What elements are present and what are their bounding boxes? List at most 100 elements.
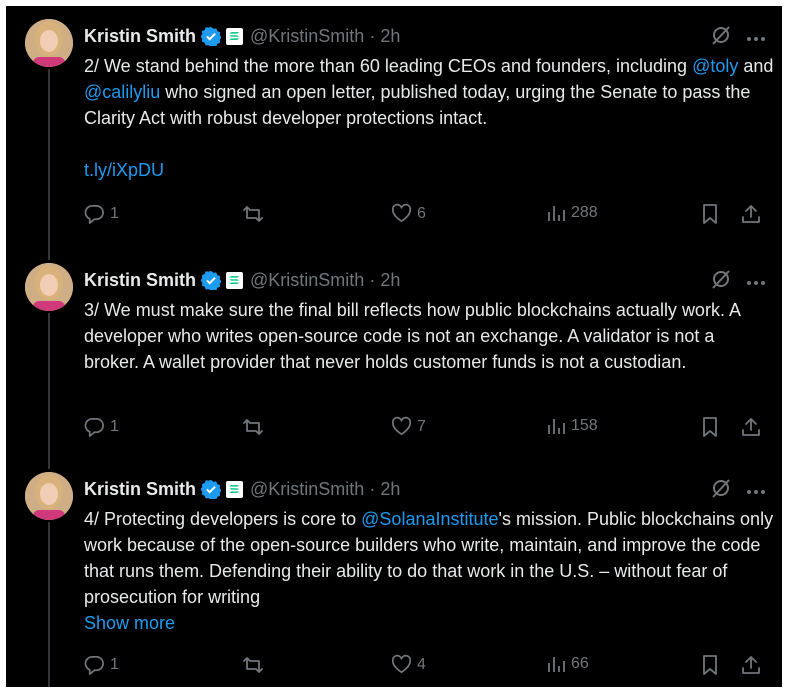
like-count: 4	[417, 655, 426, 673]
tweet-3[interactable]: Kristin Smith @KristinSmith · 2h 4/ Prot…	[6, 459, 782, 687]
bookmark-button[interactable]	[701, 203, 719, 225]
share-button[interactable]	[740, 416, 762, 438]
repost-button[interactable]	[242, 416, 269, 438]
reply-button[interactable]: 1	[84, 654, 119, 675]
tweet-top-actions	[710, 268, 766, 295]
avatar[interactable]	[25, 472, 73, 520]
reply-button[interactable]: 1	[84, 203, 119, 224]
mention-toly[interactable]: @toly	[692, 56, 738, 76]
more-icon[interactable]	[746, 273, 766, 291]
thread-line	[48, 313, 50, 459]
action-bar: 1 7 158	[84, 416, 774, 442]
tweet-top-actions	[710, 24, 766, 51]
thread-line	[48, 250, 50, 260]
share-button[interactable]	[740, 203, 762, 225]
avatar[interactable]	[25, 263, 73, 311]
share-button[interactable]	[740, 654, 762, 676]
thread-line	[48, 459, 50, 469]
author-handle[interactable]: @KristinSmith	[250, 270, 364, 291]
tweet-header: Kristin Smith @KristinSmith · 2h	[84, 267, 400, 293]
views-icon	[548, 206, 565, 221]
tweet-2[interactable]: Kristin Smith @KristinSmith · 2h 3/ We m…	[6, 250, 782, 459]
timestamp[interactable]: 2h	[380, 479, 400, 500]
separator-dot: ·	[369, 478, 376, 499]
verified-badge-icon[interactable]	[201, 270, 222, 290]
like-count: 7	[417, 417, 426, 435]
like-button[interactable]: 6	[391, 203, 426, 224]
reply-icon	[84, 205, 104, 224]
author-name[interactable]: Kristin Smith	[84, 479, 196, 500]
verified-badge-icon[interactable]	[201, 26, 222, 46]
timeline: Kristin Smith @KristinSmith · 2h 2/ We s…	[6, 6, 782, 687]
author-handle[interactable]: @KristinSmith	[250, 479, 364, 500]
tweet-header: Kristin Smith @KristinSmith · 2h	[84, 23, 400, 49]
text-part: 2/ We stand behind the more than 60 lead…	[84, 56, 693, 76]
like-button[interactable]: 4	[391, 654, 426, 675]
text-part: 3/ We must make sure the final bill refl…	[84, 300, 740, 372]
timestamp[interactable]: 2h	[380, 270, 400, 291]
grok-icon[interactable]	[710, 477, 732, 504]
show-more-link[interactable]: Show more	[84, 613, 175, 633]
view-count: 288	[571, 204, 598, 221]
tweet-text: 3/ We must make sure the final bill refl…	[84, 297, 774, 375]
view-count: 66	[571, 655, 589, 672]
thread-line	[48, 69, 50, 250]
reply-icon	[84, 656, 104, 675]
like-icon	[391, 203, 412, 222]
views-button[interactable]: 158	[546, 416, 598, 436]
share-icon	[742, 205, 760, 223]
grok-icon[interactable]	[710, 24, 732, 51]
repost-icon	[243, 206, 263, 222]
verified-badge-icon[interactable]	[201, 479, 222, 499]
reply-count: 1	[110, 417, 119, 435]
separator-dot: ·	[369, 25, 376, 46]
bookmark-button[interactable]	[701, 654, 719, 676]
reply-button[interactable]: 1	[84, 416, 119, 437]
solana-affiliate-badge-icon[interactable]	[226, 480, 244, 498]
reply-count: 1	[110, 655, 119, 673]
bookmark-button[interactable]	[701, 416, 719, 438]
author-handle[interactable]: @KristinSmith	[250, 26, 364, 47]
more-icon[interactable]	[746, 29, 766, 47]
action-bar: 1 6 288	[84, 203, 774, 229]
repost-icon	[243, 657, 263, 673]
share-icon	[742, 418, 760, 436]
bookmark-icon	[703, 655, 717, 675]
solana-affiliate-badge-icon[interactable]	[226, 27, 244, 45]
grok-icon[interactable]	[710, 268, 732, 295]
repost-button[interactable]	[242, 654, 269, 676]
text-part: and	[738, 56, 774, 76]
view-count: 158	[571, 417, 598, 434]
avatar[interactable]	[25, 19, 73, 67]
tweet-text: 2/ We stand behind the more than 60 lead…	[84, 53, 774, 183]
tweet-1[interactable]: Kristin Smith @KristinSmith · 2h 2/ We s…	[6, 6, 782, 250]
repost-button[interactable]	[242, 203, 269, 225]
like-icon	[391, 654, 412, 673]
views-button[interactable]: 288	[546, 203, 598, 223]
reply-icon	[84, 418, 104, 437]
thread-line	[48, 522, 50, 687]
views-button[interactable]: 66	[546, 654, 589, 674]
bookmark-icon	[703, 417, 717, 437]
author-name[interactable]: Kristin Smith	[84, 26, 196, 47]
mention-calilyliu[interactable]: @calilyliu	[84, 82, 160, 102]
text-part: who signed an open letter, published tod…	[84, 82, 751, 128]
like-button[interactable]: 7	[391, 416, 426, 437]
timestamp[interactable]: 2h	[380, 26, 400, 47]
share-icon	[742, 656, 760, 674]
text-part: 4/ Protecting developers is core to	[84, 509, 362, 529]
like-icon	[391, 416, 412, 435]
repost-icon	[243, 419, 263, 435]
more-icon[interactable]	[746, 482, 766, 500]
action-bar: 1 4 66	[84, 654, 774, 680]
tweet-text: 4/ Protecting developers is core to @Sol…	[84, 506, 774, 636]
views-icon	[548, 419, 565, 434]
separator-dot: ·	[369, 269, 376, 290]
solana-affiliate-badge-icon[interactable]	[226, 271, 244, 289]
views-icon	[548, 657, 565, 672]
mention-solanainstitute[interactable]: @SolanaInstitute	[361, 509, 498, 529]
tweet-top-actions	[710, 477, 766, 504]
tweet-link[interactable]: t.ly/iXpDU	[84, 160, 164, 180]
author-name[interactable]: Kristin Smith	[84, 270, 196, 291]
tweet-header: Kristin Smith @KristinSmith · 2h	[84, 476, 400, 502]
